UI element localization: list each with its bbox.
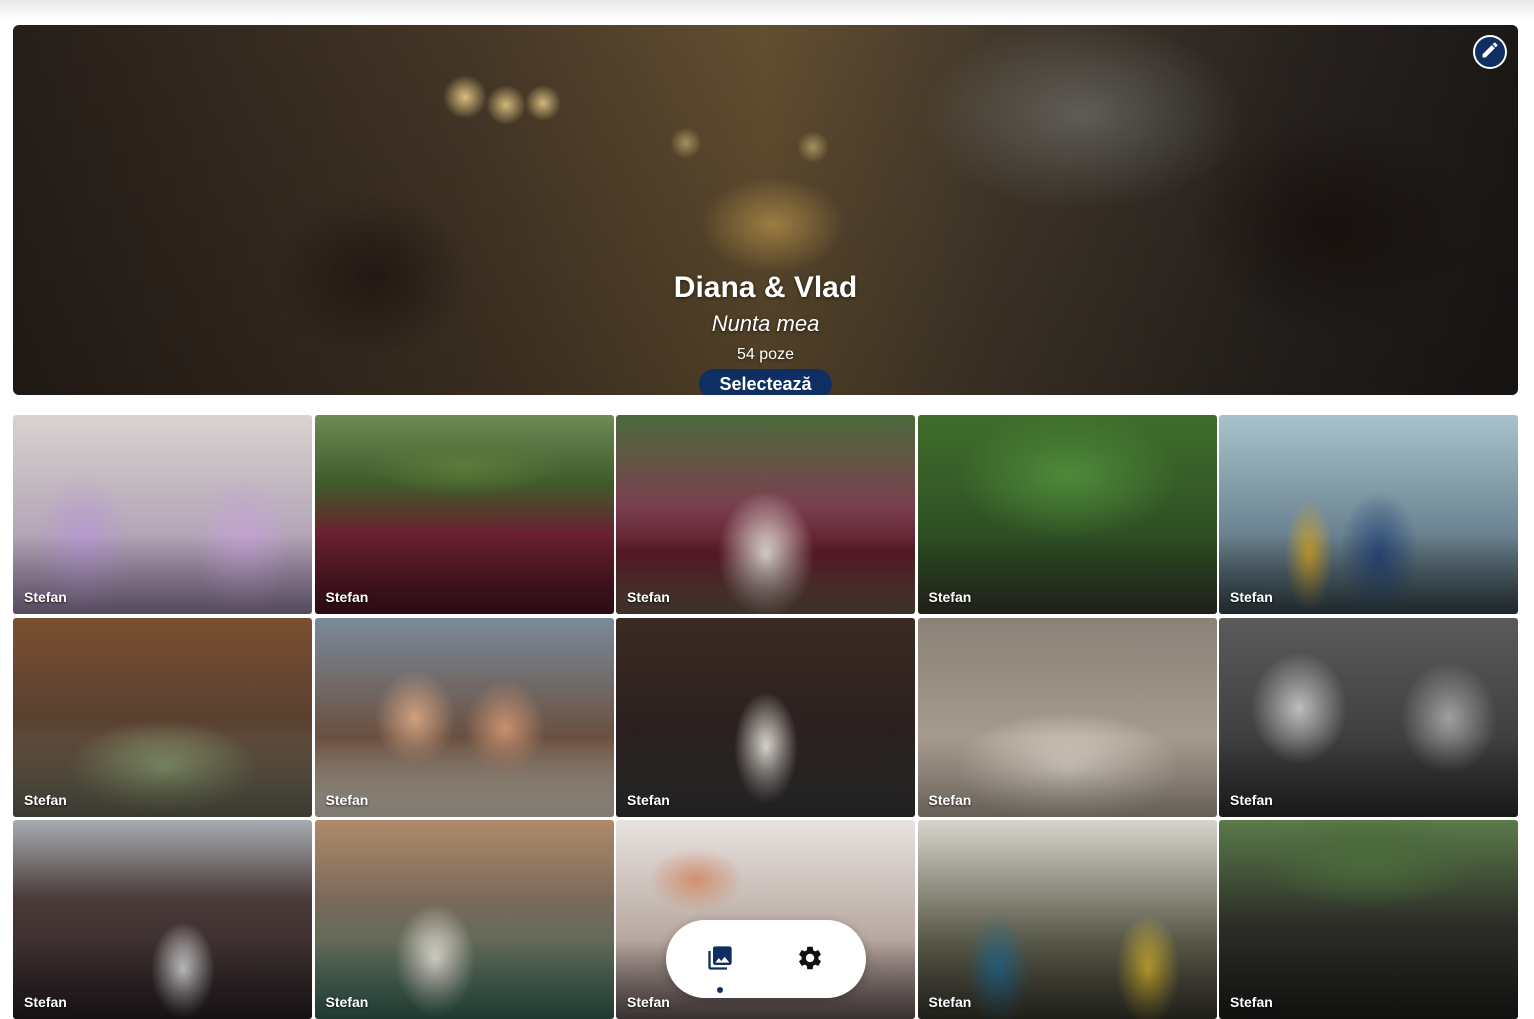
photo-author: Stefan — [1230, 589, 1273, 605]
photo-author: Stefan — [325, 791, 369, 808]
photo-tile[interactable]: Stefan — [314, 617, 614, 817]
photo-author: Stefan — [24, 994, 67, 1010]
photo-shade — [13, 617, 312, 817]
photo-shade — [1219, 820, 1518, 1019]
edit-album-button[interactable] — [1473, 35, 1507, 69]
photo-tile[interactable]: Stefan — [1219, 617, 1518, 817]
bottom-nav — [666, 920, 866, 998]
photo-library-icon — [706, 944, 734, 977]
photo-tile[interactable]: Stefan — [314, 415, 614, 614]
photo-tile[interactable]: Stefan — [1219, 820, 1518, 1019]
photo-shade — [13, 415, 312, 614]
photo-shade — [616, 617, 915, 817]
photo-author: Stefan — [928, 791, 972, 808]
photo-author: Stefan — [627, 994, 670, 1010]
photo-shade — [314, 415, 614, 614]
album-info: Diana & Vlad Nunta mea 54 poze Selecteaz… — [13, 271, 1518, 395]
photo-tile[interactable]: Stefan — [616, 617, 915, 817]
photo-tile[interactable]: Stefan — [314, 820, 614, 1019]
photo-author: Stefan — [325, 994, 369, 1010]
photo-tile[interactable]: Stefan — [13, 617, 312, 817]
photo-count: 54 poze — [737, 346, 794, 363]
photo-shade — [917, 617, 1217, 817]
photo-shade — [917, 415, 1217, 614]
album-title: Diana & Vlad — [673, 271, 858, 304]
photo-author: Stefan — [325, 589, 369, 605]
settings-nav-button[interactable] — [790, 940, 830, 980]
photo-author: Stefan — [1230, 994, 1273, 1010]
photo-shade — [1219, 617, 1518, 817]
photo-shade — [314, 820, 614, 1019]
album-subtitle: Nunta mea — [711, 311, 820, 336]
gear-icon — [796, 944, 824, 977]
photo-tile[interactable]: Stefan — [917, 415, 1217, 614]
photo-shade — [13, 820, 312, 1019]
photo-tile[interactable]: Stefan — [13, 415, 312, 614]
photo-shade — [1219, 415, 1518, 614]
photo-tile[interactable]: Stefan — [917, 617, 1217, 817]
active-indicator — [717, 987, 723, 993]
photo-author: Stefan — [627, 791, 670, 808]
photo-shade — [917, 820, 1217, 1019]
photo-tile[interactable]: Stefan — [917, 820, 1217, 1019]
select-button[interactable]: Selectează — [699, 369, 832, 395]
top-bar — [0, 0, 1534, 22]
photo-shade — [314, 617, 614, 817]
photo-author: Stefan — [24, 791, 67, 808]
photo-tile[interactable]: Stefan — [616, 415, 915, 614]
gallery-nav-button[interactable] — [700, 940, 740, 980]
photo-author: Stefan — [928, 994, 972, 1010]
photo-author: Stefan — [1230, 791, 1273, 808]
photo-author: Stefan — [928, 589, 972, 605]
pencil-icon — [1480, 40, 1500, 65]
photo-shade — [616, 415, 915, 614]
photo-author: Stefan — [627, 589, 670, 605]
album-cover: Diana & Vlad Nunta mea 54 poze Selecteaz… — [13, 25, 1518, 395]
photo-author: Stefan — [24, 589, 67, 605]
photo-tile[interactable]: Stefan — [13, 820, 312, 1019]
photo-tile[interactable]: Stefan — [1219, 415, 1518, 614]
